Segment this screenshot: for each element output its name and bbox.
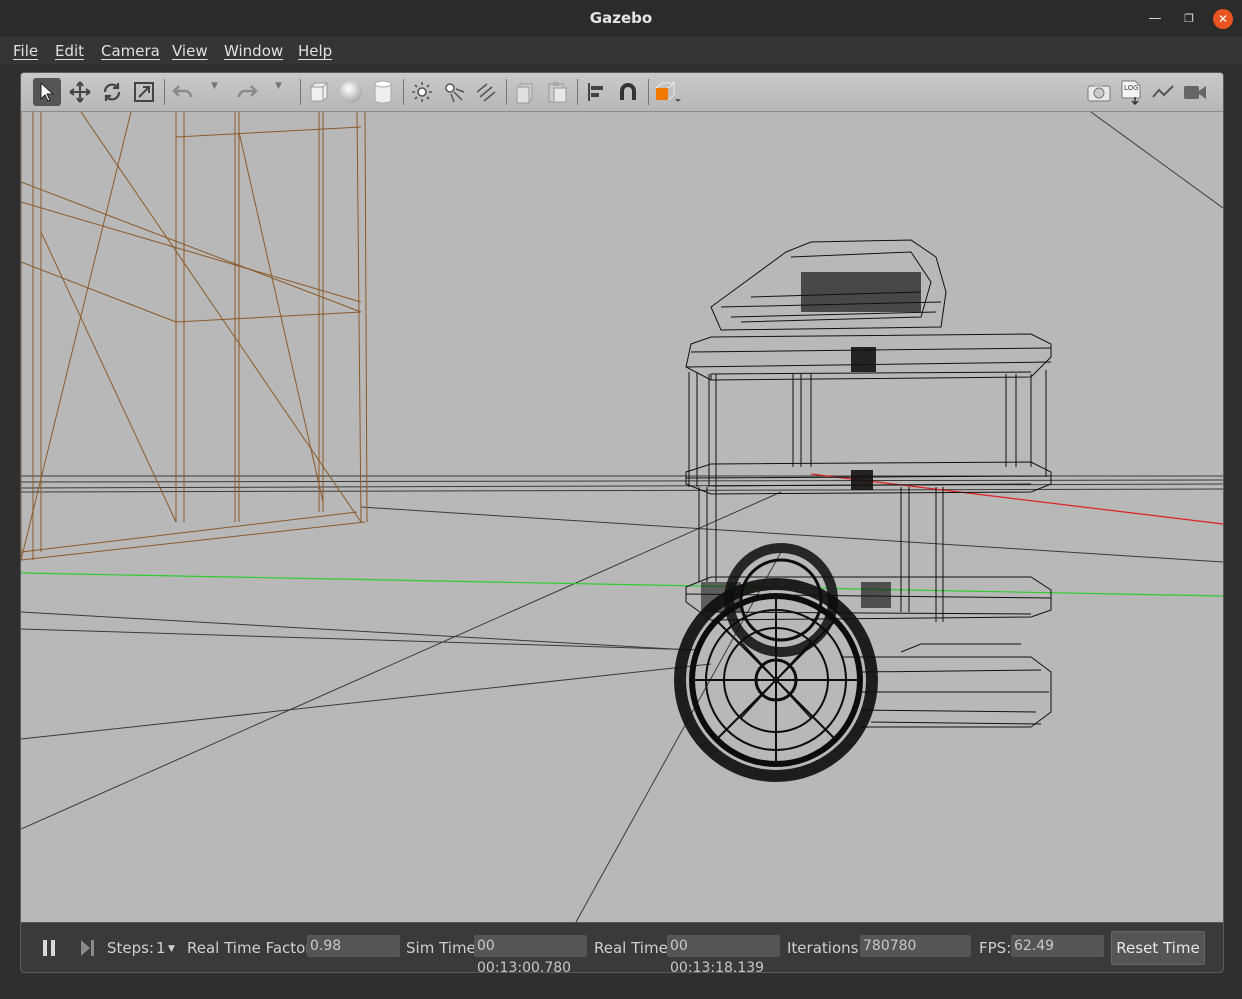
- spot-light-icon[interactable]: [440, 78, 468, 106]
- pause-icon[interactable]: [41, 939, 57, 961]
- wall-wireframe: [21, 111, 368, 561]
- sim-time-label: Sim Time:: [406, 939, 481, 957]
- menu-file[interactable]: File: [13, 42, 38, 60]
- toolbar-separator: [164, 79, 165, 105]
- status-bar: Steps: 1 ▼ Real Time Factor: 0.98 Sim Ti…: [21, 922, 1223, 972]
- window-title: Gazebo: [589, 9, 653, 27]
- sim-time-field: 00 00:13:00.780: [474, 935, 587, 972]
- steps-label: Steps:: [107, 939, 155, 957]
- toolbar: ▼ ▼ LOG: [21, 73, 1223, 112]
- toolbar-separator: [506, 79, 507, 105]
- copy-icon[interactable]: [511, 78, 539, 106]
- rotate-icon[interactable]: [98, 78, 126, 106]
- real-time-label: Real Time:: [594, 939, 673, 957]
- log-label: LOG: [1124, 84, 1139, 92]
- iterations-field: 780780: [860, 935, 971, 957]
- real-time-factor-label: Real Time Factor:: [187, 939, 317, 957]
- redo-dropdown-icon[interactable]: ▼: [275, 81, 282, 91]
- real-time-field: 00 00:13:18.139: [667, 935, 780, 972]
- cylinder-icon[interactable]: [369, 78, 397, 106]
- scale-icon[interactable]: [130, 78, 158, 106]
- sphere-icon[interactable]: [337, 78, 365, 106]
- reset-time-button[interactable]: Reset Time: [1111, 931, 1205, 965]
- toolbar-separator: [403, 79, 404, 105]
- translate-icon[interactable]: [66, 78, 94, 106]
- menu-edit[interactable]: Edit: [55, 42, 84, 60]
- box-icon[interactable]: [305, 78, 333, 106]
- minimize-icon[interactable]: —: [1145, 9, 1165, 29]
- redo-icon[interactable]: [233, 78, 261, 106]
- step-icon[interactable]: [79, 939, 95, 961]
- plot-icon[interactable]: [1149, 78, 1177, 106]
- directional-light-icon[interactable]: [472, 78, 500, 106]
- toolbar-separator: [300, 79, 301, 105]
- record-video-icon[interactable]: [1181, 78, 1209, 106]
- log-icon[interactable]: LOG: [1117, 78, 1145, 106]
- close-icon[interactable]: ✕: [1213, 9, 1233, 29]
- menu-window[interactable]: Window: [224, 42, 283, 60]
- steps-dropdown-icon[interactable]: ▼: [168, 944, 175, 954]
- point-light-icon[interactable]: [408, 78, 436, 106]
- undo-icon[interactable]: [169, 78, 197, 106]
- menu-help[interactable]: Help: [298, 42, 332, 60]
- fps-label: FPS:: [979, 939, 1012, 957]
- title-bar: Gazebo — ❐ ✕: [0, 0, 1242, 37]
- ground-lines: [21, 111, 1223, 923]
- menu-bar: File Edit Camera View Window Help: [0, 37, 1242, 65]
- fps-field: 62.49: [1011, 935, 1104, 957]
- scene-render: [21, 111, 1223, 923]
- align-icon[interactable]: [582, 78, 610, 106]
- steps-value[interactable]: 1: [156, 939, 166, 957]
- undo-dropdown-icon[interactable]: ▼: [211, 81, 218, 91]
- maximize-icon[interactable]: ❐: [1179, 9, 1199, 29]
- menu-camera[interactable]: Camera: [101, 42, 160, 60]
- menu-view[interactable]: View: [172, 42, 208, 60]
- toolbar-separator: [648, 79, 649, 105]
- view-angle-icon[interactable]: [653, 78, 681, 106]
- magnet-icon[interactable]: [614, 78, 642, 106]
- screenshot-icon[interactable]: [1085, 78, 1113, 106]
- select-arrow-icon[interactable]: [33, 78, 61, 106]
- real-time-factor-field: 0.98: [307, 935, 400, 957]
- toolbar-separator: [577, 79, 578, 105]
- iterations-label: Iterations:: [787, 939, 864, 957]
- main-frame: ▼ ▼ LOG Steps: 1 ▼ Real Time Factor: 0.9…: [20, 72, 1224, 973]
- scene-viewport[interactable]: [21, 111, 1223, 923]
- paste-icon[interactable]: [543, 78, 571, 106]
